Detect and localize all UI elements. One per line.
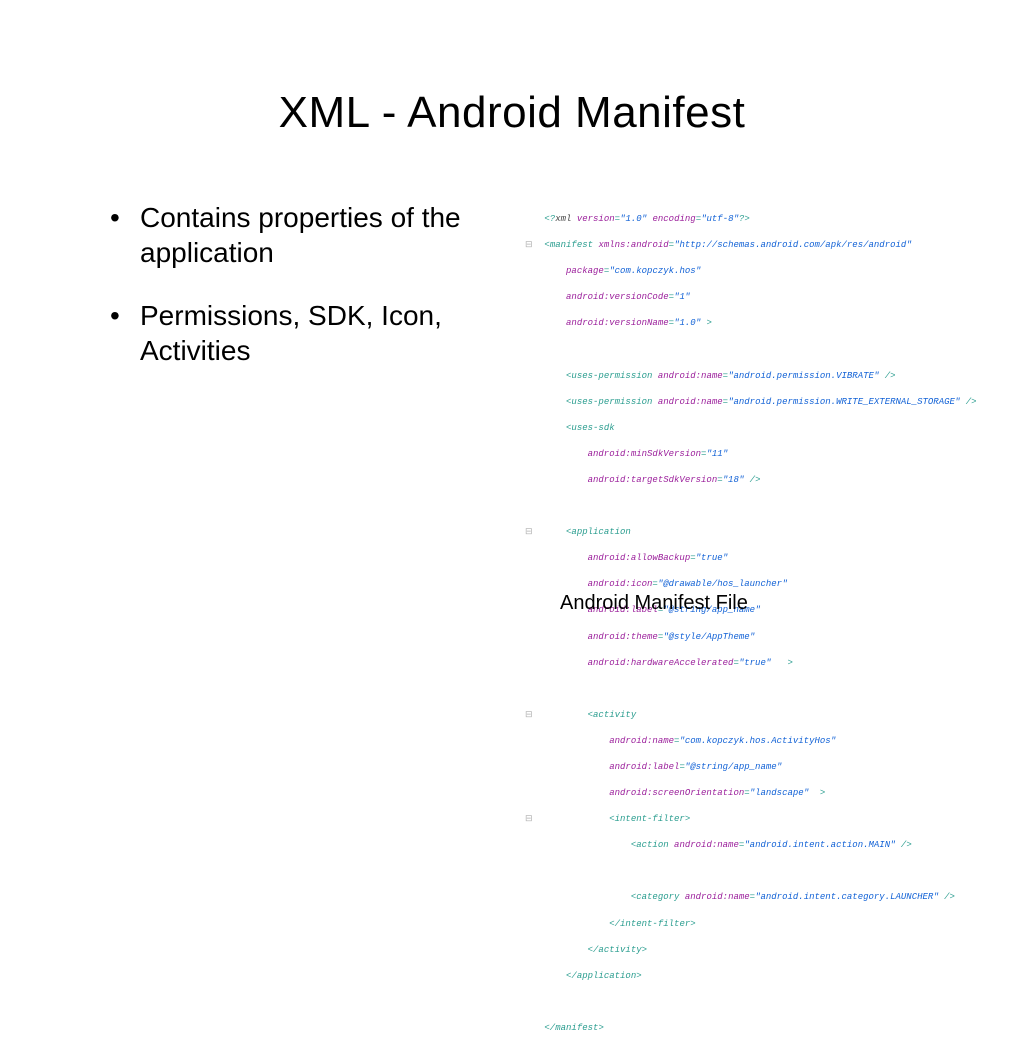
- app-icon: @drawable/hos_launcher: [663, 579, 782, 589]
- category-name: android.intent.category.LAUNCHER: [760, 892, 933, 902]
- allow-backup: true: [701, 553, 723, 563]
- action-name: android.intent.action.MAIN: [750, 840, 890, 850]
- xmlns-android: http://schemas.android.com/apk/res/andro…: [679, 240, 906, 250]
- perm-1: android.permission.WRITE_EXTERNAL_STORAG…: [733, 397, 954, 407]
- package: com.kopczyk.hos: [615, 266, 696, 276]
- slide-title: XML - Android Manifest: [0, 88, 1024, 138]
- slide: XML - Android Manifest Contains properti…: [0, 0, 1024, 768]
- xml-version: 1.0: [625, 214, 641, 224]
- screen-orient: landscape: [755, 788, 804, 798]
- activity-name: com.kopczyk.hos.ActivityHos: [685, 736, 831, 746]
- xml-encoding: utf-8: [707, 214, 734, 224]
- code-caption: Android Manifest File: [560, 592, 748, 615]
- bullet-item: Contains properties of the application: [110, 200, 510, 270]
- hw-accel: true: [744, 658, 766, 668]
- activity-label: @string/app_name: [690, 762, 776, 772]
- target-sdk: 18: [728, 475, 739, 485]
- app-theme: @style/AppTheme: [669, 632, 750, 642]
- min-sdk: 11: [712, 449, 723, 459]
- version-name: 1.0: [679, 318, 695, 328]
- version-code: 1: [679, 292, 684, 302]
- xml-code-snippet: <?xml version="1.0" encoding="utf-8"?> ⊟…: [525, 200, 995, 1061]
- bullet-list: Contains properties of the application P…: [110, 200, 510, 396]
- bullet-item: Permissions, SDK, Icon, Activities: [110, 298, 510, 368]
- perm-0: android.permission.VIBRATE: [733, 371, 873, 381]
